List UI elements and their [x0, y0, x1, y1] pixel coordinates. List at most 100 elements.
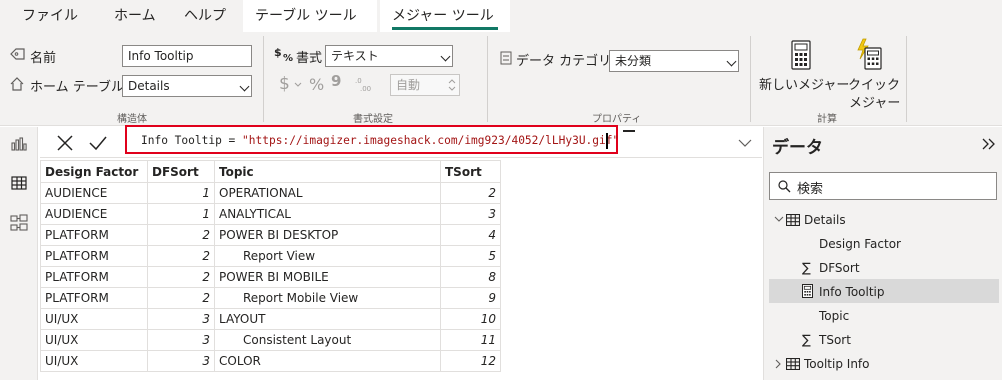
format-label: 書式 [296, 51, 323, 66]
home-table-value: Details [128, 79, 170, 93]
search-input[interactable]: 検索 [769, 172, 997, 200]
formula-string: "https://imagizer.imageshack.com/img923/… [242, 134, 620, 147]
tab-measure-tools[interactable]: メジャー ツール [380, 0, 510, 32]
table-cell[interactable]: 3 [440, 203, 501, 225]
table-row: UI/UX 3 COLOR 12 [40, 350, 501, 372]
formula-input[interactable]: Info Tooltip = "https://imagizer.imagesh… [141, 134, 619, 147]
field-design-factor[interactable]: Design Factor [819, 233, 901, 256]
table-cell[interactable]: Report Mobile View [214, 287, 441, 309]
chevron-down-icon[interactable] [294, 82, 302, 88]
table-cell[interactable]: LAYOUT [214, 308, 441, 330]
data-pane: データ 検索 Details Design Factor ∑ DFSort In… [763, 127, 1002, 380]
table-cell[interactable]: 11 [440, 329, 501, 351]
search-placeholder: 検索 [797, 182, 824, 197]
view-rail [0, 127, 38, 380]
structure-group-label: 構造体 [117, 114, 147, 125]
table-tooltip-info[interactable]: Tooltip Info [804, 353, 870, 376]
table-cell[interactable]: Report View [214, 245, 441, 267]
chevron-right-icon[interactable] [775, 359, 782, 369]
auto-value: 自動 [396, 78, 421, 92]
table-cell[interactable]: POWER BI MOBILE [214, 266, 441, 288]
separator [750, 36, 751, 122]
table-cell[interactable]: 4 [440, 224, 501, 246]
table-details[interactable]: Details [804, 209, 846, 232]
table-cell[interactable]: 1 [147, 182, 215, 204]
table-cell[interactable]: Consistent Layout [214, 329, 441, 351]
table-cell[interactable]: OPERATIONAL [214, 182, 441, 204]
name-input[interactable]: Info Tooltip [122, 45, 252, 67]
table-cell[interactable]: 3 [147, 350, 215, 372]
table-cell[interactable]: 8 [440, 266, 501, 288]
table-cell[interactable]: PLATFORM [40, 287, 148, 309]
report-view-icon[interactable] [11, 137, 27, 151]
table-cell[interactable]: ANALYTICAL [214, 203, 441, 225]
tab-home[interactable]: ホーム [102, 0, 168, 32]
data-view-icon[interactable] [11, 176, 27, 190]
table-cell[interactable]: 3 [147, 308, 215, 330]
table-row: AUDIENCE 1 OPERATIONAL 2 [40, 182, 501, 204]
table-cell[interactable]: 1 [147, 203, 215, 225]
table-row: UI/UX 3 Consistent Layout 11 [40, 329, 501, 351]
table-cell[interactable]: 10 [440, 308, 501, 330]
table-row: PLATFORM 2 POWER BI MOBILE 8 [40, 266, 501, 288]
field-topic[interactable]: Topic [819, 305, 849, 328]
table-cell[interactable]: 2 [147, 245, 215, 267]
commit-check-icon[interactable] [88, 134, 108, 152]
quick-measure-icon[interactable] [855, 38, 883, 70]
table-cell[interactable]: UI/UX [40, 308, 148, 330]
format-group-label: 書式設定 [353, 114, 393, 125]
column-header[interactable]: DFSort [147, 160, 215, 183]
table-cell[interactable]: AUDIENCE [40, 203, 148, 225]
table-cell[interactable]: POWER BI DESKTOP [214, 224, 441, 246]
text-cursor [606, 133, 608, 149]
ribbon: 名前 Info Tooltip ホーム テーブル Details 構造体 $ %… [0, 32, 1002, 126]
table-cell[interactable]: 12 [440, 350, 501, 372]
percent-button[interactable]: % [309, 75, 324, 94]
column-header[interactable]: Design Factor [40, 160, 148, 183]
column-header[interactable]: TSort [440, 160, 501, 183]
tab-file[interactable]: ファイル [10, 0, 90, 32]
tab-table-tools[interactable]: テーブル ツール [243, 0, 377, 32]
table-cell[interactable]: COLOR [214, 350, 441, 372]
format-select[interactable]: テキスト [325, 45, 453, 67]
model-view-icon[interactable] [10, 214, 28, 232]
expand-formula-chevron-icon[interactable] [738, 139, 752, 148]
comma-button[interactable]: 9 [331, 72, 341, 90]
table-cell[interactable]: 2 [147, 266, 215, 288]
data-category-label: データ カテゴリ [516, 54, 612, 69]
cancel-icon[interactable] [56, 134, 74, 152]
table-cell[interactable]: 3 [147, 329, 215, 351]
calculator-icon[interactable] [790, 40, 812, 70]
table-cell[interactable]: PLATFORM [40, 224, 148, 246]
header-row: Design Factor DFSort Topic TSort [40, 160, 501, 183]
quick-measure-button-line1[interactable]: クイック [848, 74, 900, 93]
table-cell[interactable]: UI/UX [40, 329, 148, 351]
sigma-icon: ∑ [802, 333, 811, 348]
table-cell[interactable]: 2 [440, 182, 501, 204]
collapse-pane-icon[interactable] [982, 138, 996, 150]
table-cell[interactable]: 2 [147, 287, 215, 309]
quick-measure-button-line2[interactable]: メジャー [849, 92, 900, 111]
decimal-places-spinner[interactable]: 自動 [390, 74, 460, 96]
field-dfsort[interactable]: DFSort [819, 257, 860, 280]
tab-help[interactable]: ヘルプ [172, 0, 238, 32]
data-category-select[interactable]: 未分類 [609, 50, 739, 72]
currency-button[interactable]: $ [279, 74, 290, 94]
table-cell[interactable]: PLATFORM [40, 245, 148, 267]
table-cell[interactable]: PLATFORM [40, 266, 148, 288]
separator [263, 36, 264, 122]
column-header[interactable]: Topic [214, 160, 441, 183]
table-cell[interactable]: 9 [440, 287, 501, 309]
new-measure-button[interactable]: 新しいメジャー [759, 74, 849, 93]
table-cell[interactable]: 2 [147, 224, 215, 246]
chevron-down-icon[interactable] [774, 216, 784, 224]
table-cell[interactable]: UI/UX [40, 350, 148, 372]
field-tsort[interactable]: TSort [819, 329, 851, 352]
table-cell[interactable]: 5 [440, 245, 501, 267]
decimal-places-icon[interactable]: .0 .00 [354, 75, 372, 93]
field-info-tooltip[interactable]: Info Tooltip [819, 281, 885, 304]
chevron-down-icon [440, 51, 451, 62]
home-table-select[interactable]: Details [122, 75, 252, 97]
table-cell[interactable]: AUDIENCE [40, 182, 148, 204]
svg-text:.00: .00 [360, 85, 371, 93]
